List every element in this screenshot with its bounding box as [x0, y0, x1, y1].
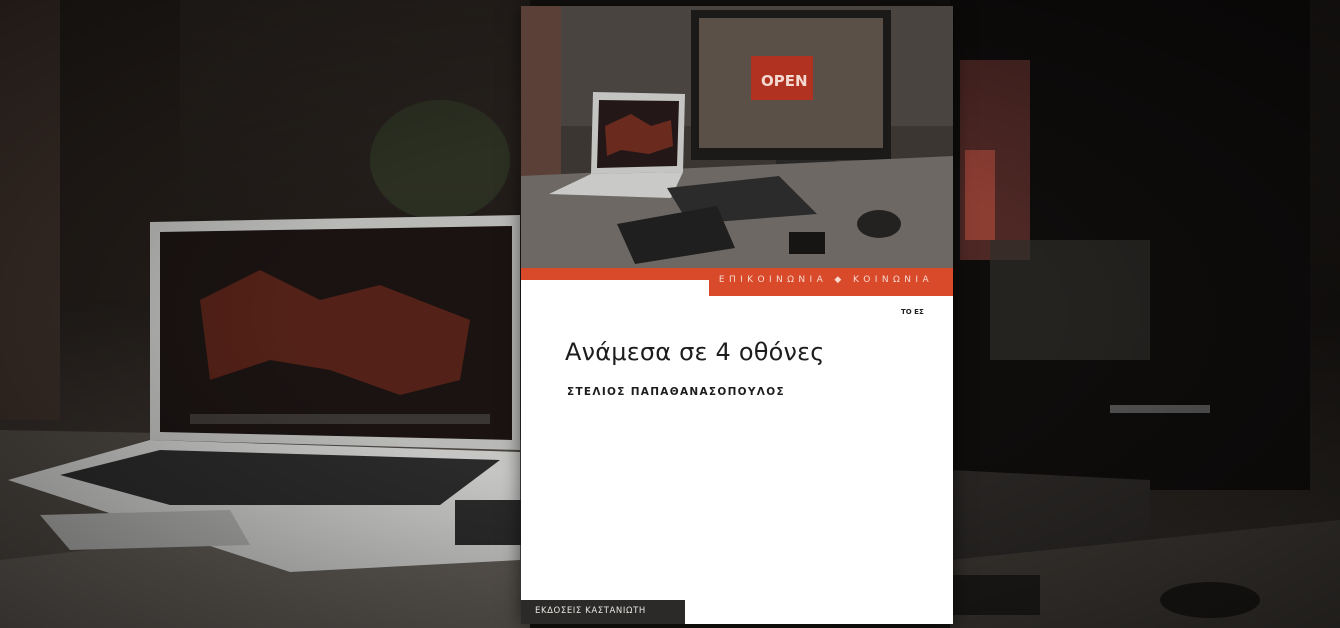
publisher-box: ΕΚΔΟΣΕΙΣ ΚΑΣΤΑΝΙΩΤΗ	[521, 600, 685, 624]
book-author: ΣΤΕΛΙΟΣ ΠΑΠΑΘΑΝΑΣΟΠΟΥΛΟΣ	[567, 386, 785, 398]
cover-photo: OPEN	[521, 6, 953, 268]
book-title: Ανάμεσα σε 4 οθόνες	[565, 338, 825, 366]
publisher-label: ΕΚΔΟΣΕΙΣ ΚΑΣΤΑΝΙΩΤΗ	[535, 606, 646, 616]
cover-photo-open-sign: OPEN	[761, 72, 808, 90]
background-monitor-illustration	[950, 0, 1340, 628]
book-cover: OPEN ΕΠΙΚΟΙΝΩΝΙΑ ◆ ΚΟΙΝΩΝΙΑ ΤΟ ΕΣ Ανάμεσ…	[521, 6, 953, 624]
background-laptop-illustration	[0, 0, 530, 628]
publisher-logo-icon: ΤΟ ΕΣ	[901, 308, 924, 316]
series-tab-cutout	[521, 280, 709, 296]
scene: OPEN ΕΠΙΚΟΙΝΩΝΙΑ ◆ ΚΟΙΝΩΝΙΑ ΤΟ ΕΣ Ανάμεσ…	[0, 0, 1340, 628]
series-label: ΕΠΙΚΟΙΝΩΝΙΑ ◆ ΚΟΙΝΩΝΙΑ	[718, 275, 933, 285]
